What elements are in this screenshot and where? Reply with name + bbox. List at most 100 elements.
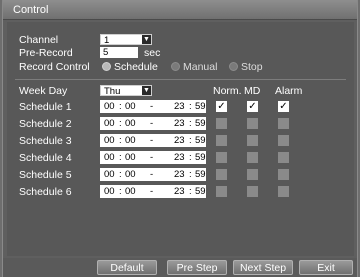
dash-separator: - — [150, 101, 154, 112]
schedule-time-range[interactable]: 00:00-23:59 — [100, 151, 206, 164]
default-button[interactable]: Default — [97, 260, 157, 275]
col-norm: Norm. — [213, 85, 242, 97]
schedule-time-range[interactable]: 00:00-23:59 — [100, 117, 206, 130]
norm-checkbox[interactable] — [216, 152, 227, 163]
dash-separator: - — [150, 186, 154, 197]
norm-checkbox[interactable] — [216, 118, 227, 129]
radio-manual[interactable] — [171, 62, 180, 71]
schedule-label: Schedule 3 — [19, 135, 72, 147]
channel-row: Channel 1 ▼ — [7, 33, 347, 47]
md-checkbox[interactable] — [247, 135, 258, 146]
channel-label: Channel — [19, 34, 59, 46]
start-hour: 00 — [104, 118, 115, 129]
section-divider — [15, 79, 346, 80]
col-alarm: Alarm — [275, 85, 303, 97]
alarm-checkbox[interactable] — [278, 118, 289, 129]
colon-separator: : — [119, 169, 122, 180]
schedule-time-range[interactable]: 00:00-23:59 — [100, 168, 206, 181]
radio-schedule[interactable] — [102, 62, 111, 71]
start-minute: 00 — [125, 186, 136, 197]
start-hour: 00 — [104, 169, 115, 180]
end-hour: 23 — [174, 169, 185, 180]
end-hour: 23 — [174, 101, 185, 112]
chevron-down-icon: ▼ — [142, 86, 151, 95]
alarm-checkbox[interactable] — [278, 169, 289, 180]
alarm-checkbox[interactable] — [278, 135, 289, 146]
end-minute: 59 — [195, 186, 206, 197]
colon-separator: : — [189, 152, 192, 163]
alarm-checkbox[interactable] — [278, 186, 289, 197]
schedule-label: Schedule 6 — [19, 186, 72, 198]
colon-separator: : — [119, 135, 122, 146]
radio-stop[interactable] — [229, 62, 238, 71]
colon-separator: : — [189, 169, 192, 180]
schedule-row: Schedule 4 00:00-23:59 — [7, 151, 347, 165]
prerecord-unit: sec — [144, 47, 161, 59]
colon-separator: : — [189, 186, 192, 197]
channel-select[interactable]: 1 ▼ — [100, 34, 152, 46]
schedule-row: Schedule 2 00:00-23:59 — [7, 117, 347, 131]
prerecord-input[interactable]: 5 — [100, 47, 138, 58]
colon-separator: : — [119, 101, 122, 112]
dash-separator: - — [150, 118, 154, 129]
weekday-value: Thu — [104, 86, 121, 97]
end-minute: 59 — [195, 135, 206, 146]
norm-checkbox[interactable] — [216, 186, 227, 197]
md-checkbox[interactable] — [247, 152, 258, 163]
record-control-row: Record Control Schedule Manual Stop — [7, 60, 347, 74]
colon-separator: : — [189, 101, 192, 112]
footer-bar: Default Pre Step Next Step Exit — [3, 258, 357, 277]
schedule-row: Schedule 1 00:00-23:59 ✓ ✓ ✓ — [7, 100, 347, 114]
record-control-label: Record Control — [19, 61, 90, 73]
weekday-label: Week Day — [19, 85, 68, 97]
dash-separator: - — [150, 135, 154, 146]
prerecord-row: Pre-Record 5 sec — [7, 46, 347, 60]
prerecord-label: Pre-Record — [19, 47, 73, 59]
md-checkbox[interactable] — [247, 169, 258, 180]
start-minute: 00 — [125, 152, 136, 163]
dash-separator: - — [150, 152, 154, 163]
control-window: Control Channel 1 ▼ Pre-Record 5 sec Rec… — [2, 0, 358, 277]
colon-separator: : — [189, 135, 192, 146]
schedule-label: Schedule 4 — [19, 152, 72, 164]
end-hour: 23 — [174, 152, 185, 163]
pre-step-button[interactable]: Pre Step — [167, 260, 227, 275]
end-hour: 23 — [174, 135, 185, 146]
col-md: MD — [244, 85, 261, 97]
next-step-button[interactable]: Next Step — [233, 260, 293, 275]
schedule-time-range[interactable]: 00:00-23:59 — [100, 100, 206, 113]
start-minute: 00 — [125, 135, 136, 146]
md-checkbox[interactable]: ✓ — [247, 101, 258, 112]
md-checkbox[interactable] — [247, 118, 258, 129]
norm-checkbox[interactable]: ✓ — [216, 101, 227, 112]
exit-button[interactable]: Exit — [299, 260, 353, 275]
alarm-checkbox[interactable] — [278, 152, 289, 163]
end-minute: 59 — [195, 152, 206, 163]
end-hour: 23 — [174, 118, 185, 129]
colon-separator: : — [189, 118, 192, 129]
schedule-label: Schedule 1 — [19, 101, 72, 113]
colon-separator: : — [119, 152, 122, 163]
schedule-time-range[interactable]: 00:00-23:59 — [100, 134, 206, 147]
start-hour: 00 — [104, 101, 115, 112]
norm-checkbox[interactable] — [216, 135, 227, 146]
end-minute: 59 — [195, 169, 206, 180]
start-minute: 00 — [125, 169, 136, 180]
md-checkbox[interactable] — [247, 186, 258, 197]
schedule-row: Schedule 6 00:00-23:59 — [7, 185, 347, 199]
channel-value: 1 — [104, 35, 110, 46]
colon-separator: : — [119, 118, 122, 129]
start-minute: 00 — [125, 101, 136, 112]
schedule-time-range[interactable]: 00:00-23:59 — [100, 185, 206, 198]
chevron-down-icon: ▼ — [142, 35, 151, 44]
start-minute: 00 — [125, 118, 136, 129]
schedule-label: Schedule 5 — [19, 169, 72, 181]
alarm-checkbox[interactable]: ✓ — [278, 101, 289, 112]
control-panel: Channel 1 ▼ Pre-Record 5 sec Record Cont… — [7, 22, 354, 256]
weekday-select[interactable]: Thu ▼ — [100, 85, 152, 97]
schedule-label: Schedule 2 — [19, 118, 72, 130]
schedule-row: Schedule 3 00:00-23:59 — [7, 134, 347, 148]
dash-separator: - — [150, 169, 154, 180]
title-bar: Control — [3, 0, 357, 20]
norm-checkbox[interactable] — [216, 169, 227, 180]
